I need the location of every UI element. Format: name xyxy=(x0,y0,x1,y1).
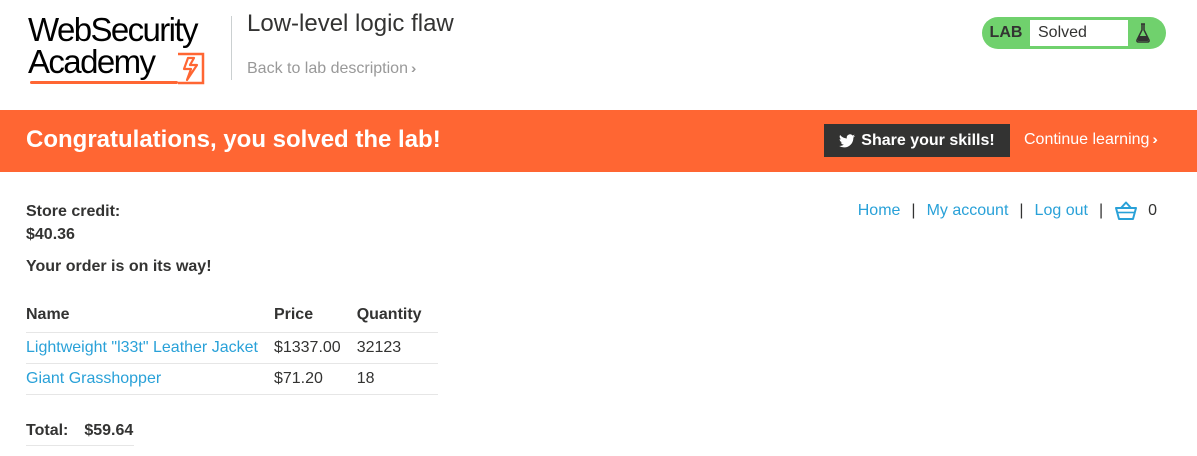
web-security-academy-logo[interactable]: WebSecurity Academy xyxy=(28,11,233,88)
item-name-cell: Giant Grasshopper xyxy=(26,363,274,395)
academy-header: WebSecurity Academy Low-level logic flaw… xyxy=(0,0,1197,110)
nav-separator: | xyxy=(1098,202,1104,219)
item-price-cell: $1337.00 xyxy=(273,332,357,364)
nav-separator: | xyxy=(1019,202,1024,219)
flask-icon xyxy=(1128,17,1158,49)
nav-home-link[interactable]: Home xyxy=(858,202,901,220)
product-link[interactable]: Lightweight "l33t" Leather Jacket xyxy=(26,339,258,356)
item-quantity-cell: 18 xyxy=(356,363,438,395)
logo-bolt-icon xyxy=(178,52,205,85)
shopping-basket-icon xyxy=(1115,201,1138,220)
order-confirmation-message: Your order is on its way! xyxy=(26,258,212,275)
item-price-cell: $71.20 xyxy=(273,363,357,395)
column-header-quantity: Quantity xyxy=(356,298,438,333)
column-header-name: Name xyxy=(26,298,274,333)
lab-solved-banner: Congratulations, you solved the lab! Sha… xyxy=(0,110,1197,172)
lab-title: Low-level logic flaw xyxy=(247,10,454,37)
continue-learning-link[interactable]: Continue learning ›› xyxy=(1024,131,1159,149)
item-quantity-cell: 32123 xyxy=(356,332,438,364)
product-link[interactable]: Giant Grasshopper xyxy=(26,370,161,387)
table-row: Giant Grasshopper $71.20 18 xyxy=(26,363,438,395)
total-value: $59.64 xyxy=(84,422,134,439)
total-label: Total: xyxy=(26,422,69,439)
nav-separator: | xyxy=(911,202,916,219)
table-header-row: Name Price Quantity xyxy=(26,298,438,333)
lab-status-text: Solved xyxy=(1030,20,1128,46)
share-skills-label: Share your skills! xyxy=(861,131,995,149)
back-link-label: Back to lab description xyxy=(247,60,408,77)
top-navigation: Home | My account | Log out | 0 xyxy=(858,201,1157,221)
column-header-price: Price xyxy=(273,298,357,333)
order-total: Total: $59.64 xyxy=(26,422,134,446)
share-skills-button[interactable]: Share your skills! xyxy=(824,124,1010,157)
continue-learning-label: Continue learning xyxy=(1024,131,1150,148)
logo-text-line1: WebSecurity xyxy=(28,11,198,48)
double-chevron-right-icon: ›› xyxy=(1152,131,1159,147)
twitter-icon xyxy=(839,133,856,147)
table-row: Lightweight "l33t" Leather Jacket $1337.… xyxy=(26,332,438,364)
item-name-cell: Lightweight "l33t" Leather Jacket xyxy=(26,332,274,364)
cart-item-count: 0 xyxy=(1148,202,1157,219)
nav-my-account-link[interactable]: My account xyxy=(927,202,1009,220)
cart-link[interactable]: 0 xyxy=(1114,201,1157,221)
double-chevron-right-icon: ›› xyxy=(410,60,418,76)
congratulations-message: Congratulations, you solved the lab! xyxy=(26,126,441,153)
logo-underline xyxy=(30,81,178,84)
lab-status-widget: LAB Solved xyxy=(982,17,1166,49)
lab-tag: LAB xyxy=(989,24,1023,41)
header-divider xyxy=(231,16,232,80)
order-items-table: Name Price Quantity Lightweight "l33t" L… xyxy=(26,298,438,395)
back-to-lab-description-link[interactable]: Back to lab description ›› xyxy=(247,60,418,78)
store-credit-value: $40.36 xyxy=(26,226,75,243)
store-credit-label: Store credit: xyxy=(26,203,121,220)
nav-log-out-link[interactable]: Log out xyxy=(1035,202,1088,220)
